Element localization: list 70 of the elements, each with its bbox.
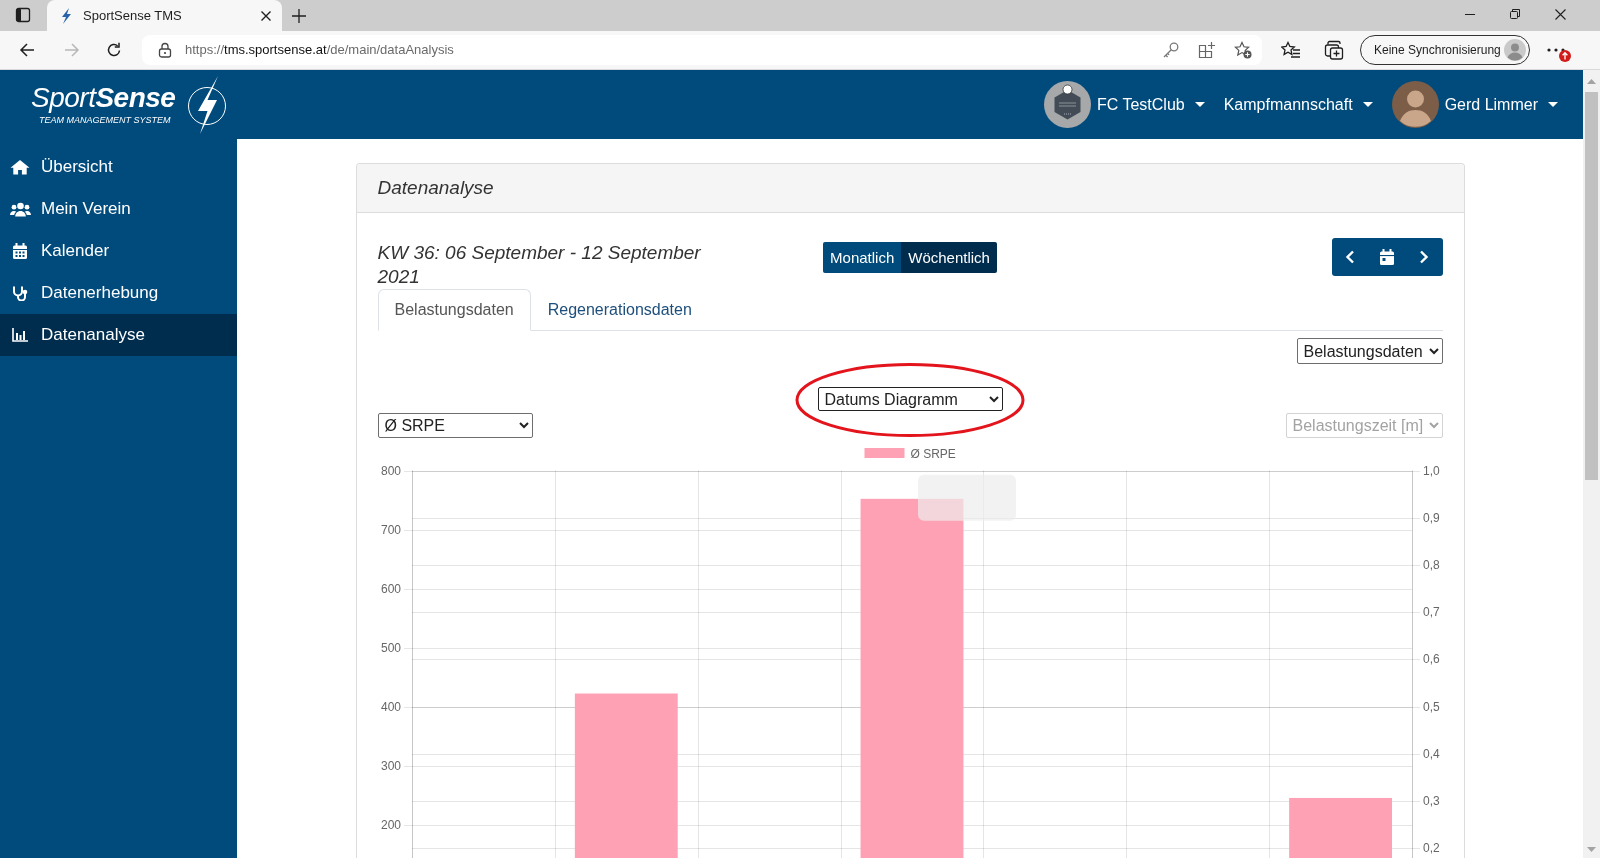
axis-label: 400 (380, 699, 401, 714)
calendar-icon (13, 243, 27, 259)
star-list-icon[interactable] (1281, 41, 1301, 59)
avatar-icon (1391, 81, 1439, 128)
club-menu[interactable]: FC TestClub (1043, 81, 1205, 128)
axis-label: 0,5 (1422, 699, 1440, 714)
address-bar[interactable]: https://tms.sportsense.at/de/main/dataAnalysis (142, 35, 1262, 65)
axis-label: 0,8 (1422, 557, 1440, 572)
chevron-left-icon (1345, 250, 1355, 264)
next-button[interactable] (1405, 238, 1443, 276)
brand-tagline: TEAM MANAGEMENT SYSTEM (38, 116, 172, 125)
sidebar-item[interactable]: Kalender (0, 230, 237, 272)
axis-label: 800 (380, 463, 401, 478)
caret-icon (1362, 102, 1373, 107)
star-plus-icon[interactable] (1234, 41, 1252, 59)
axis-label: 0,6 (1422, 652, 1440, 667)
caret-icon (1194, 102, 1205, 107)
axis-label: 300 (380, 758, 401, 773)
sidebar-item[interactable]: Mein Verein (0, 188, 237, 230)
bar-chart-icon (12, 328, 28, 342)
refresh-icon[interactable] (106, 42, 122, 58)
view-toggle-button[interactable]: Monatlich (823, 242, 902, 273)
scrollbar-thumb[interactable] (1585, 92, 1598, 480)
stethoscope-icon (12, 285, 28, 301)
brand-name: SportSense (31, 84, 176, 112)
data-tab[interactable]: Belastungsdaten (377, 289, 531, 331)
axis-label: 0,4 (1422, 746, 1440, 761)
view-toggle-button[interactable]: Wöchentlich (901, 242, 997, 273)
sidebar-item[interactable]: Datenanalyse (0, 314, 237, 356)
data-type-select[interactable]: Belastungsdaten (1296, 338, 1443, 364)
collections-icon[interactable] (1324, 40, 1344, 60)
avatar-icon (1504, 39, 1526, 61)
axis-label: 200 (380, 817, 401, 832)
legend-label: Ø SRPE (910, 446, 956, 461)
browser-tab[interactable]: SportSense TMS (47, 0, 282, 31)
period-title: KW 36: 06 September - 12 September 2021 (377, 241, 702, 289)
plus-icon[interactable] (292, 9, 306, 23)
caret-icon (1548, 102, 1558, 107)
panel-layout-icon[interactable] (15, 7, 31, 23)
chevron-right-icon (1419, 250, 1429, 264)
user-menu[interactable]: Gerd Limmer (1391, 81, 1558, 128)
home-icon (10, 159, 30, 175)
data-tab[interactable]: Regenerationsdaten (530, 289, 709, 331)
close-icon[interactable] (260, 9, 272, 22)
metric-select[interactable]: Ø SRPE (377, 413, 533, 438)
update-badge-icon (1559, 50, 1571, 62)
calendar-icon (1380, 249, 1394, 265)
restore-icon[interactable] (1510, 9, 1520, 19)
crest-icon (1043, 81, 1091, 128)
back-arrow-icon[interactable] (19, 42, 35, 58)
team-menu[interactable]: Kampfmannschaft (1223, 92, 1373, 117)
axis-label: 1,0 (1422, 463, 1440, 478)
axis-label: 600 (380, 581, 401, 596)
users-icon (9, 201, 31, 217)
axis-label: 0,7 (1422, 605, 1440, 620)
axis-label: 700 (380, 522, 401, 537)
previous-button[interactable] (1331, 238, 1369, 276)
close-icon[interactable] (1555, 8, 1566, 20)
key-icon[interactable] (1162, 41, 1180, 59)
axis-label: 0,3 (1422, 793, 1440, 808)
chart-type-select[interactable]: Datums Diagramm (817, 387, 1003, 411)
axis-label: 0,2 (1422, 841, 1440, 856)
sidebar-item[interactable]: Übersicht (0, 146, 237, 188)
axis-label: 500 (380, 640, 401, 655)
card-title: Datenanalyse (377, 175, 494, 200)
more-icon[interactable] (1546, 48, 1566, 52)
sidebar-item[interactable]: Datenerhebung (0, 272, 237, 314)
grid-plus-icon[interactable] (1198, 41, 1216, 59)
lock-icon (158, 42, 172, 58)
axis-label: 0,9 (1422, 510, 1440, 525)
